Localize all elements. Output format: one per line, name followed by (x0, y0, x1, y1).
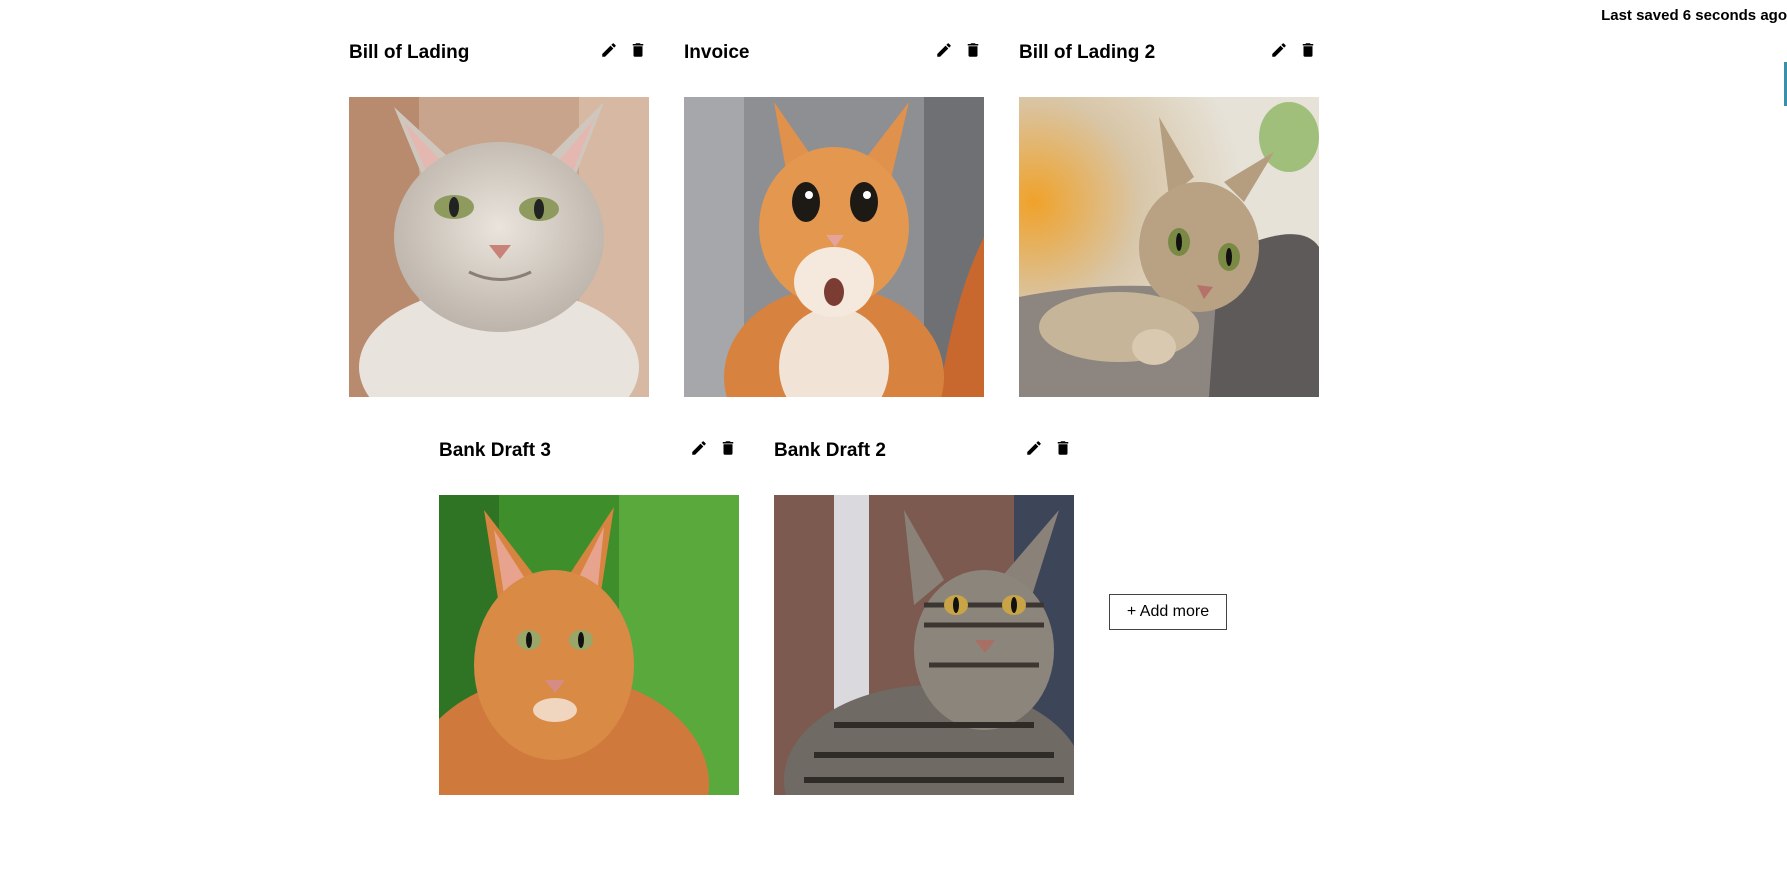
pencil-icon[interactable] (935, 41, 953, 59)
card-actions (1270, 41, 1317, 59)
card-title: Bill of Lading (349, 42, 470, 63)
document-image[interactable] (1019, 97, 1319, 397)
pencil-icon[interactable] (690, 439, 708, 457)
card-actions (1025, 439, 1072, 457)
card-title: Invoice (684, 42, 750, 63)
document-card-bill-of-lading-2: Bill of Lading 2 (1019, 33, 1319, 397)
document-card-bill-of-lading: Bill of Lading (349, 33, 649, 397)
pencil-icon[interactable] (1270, 41, 1288, 59)
card-title: Bank Draft 3 (439, 440, 551, 461)
card-actions (935, 41, 982, 59)
trash-icon[interactable] (629, 41, 647, 59)
card-header: Invoice (684, 33, 984, 67)
pencil-icon[interactable] (600, 41, 618, 59)
card-actions (690, 439, 737, 457)
last-saved-status: Last saved 6 seconds ago (1601, 7, 1787, 24)
trash-icon[interactable] (719, 439, 737, 457)
trash-icon[interactable] (1299, 41, 1317, 59)
card-header: Bill of Lading (349, 33, 649, 67)
card-actions (600, 41, 647, 59)
document-image[interactable] (439, 495, 739, 795)
card-title: Bank Draft 2 (774, 440, 886, 461)
pencil-icon[interactable] (1025, 439, 1043, 457)
trash-icon[interactable] (964, 41, 982, 59)
card-header: Bank Draft 2 (774, 431, 1074, 465)
document-card-bank-draft-2: Bank Draft 2 (774, 431, 1074, 795)
document-card-bank-draft-3: Bank Draft 3 (439, 431, 739, 795)
add-more-button[interactable]: + Add more (1109, 594, 1227, 630)
document-image[interactable] (774, 495, 1074, 795)
document-card-invoice: Invoice (684, 33, 984, 397)
card-header: Bank Draft 3 (439, 431, 739, 465)
card-title: Bill of Lading 2 (1019, 42, 1156, 63)
document-image[interactable] (349, 97, 649, 397)
trash-icon[interactable] (1054, 439, 1072, 457)
document-image[interactable] (684, 97, 984, 397)
card-header: Bill of Lading 2 (1019, 33, 1319, 67)
